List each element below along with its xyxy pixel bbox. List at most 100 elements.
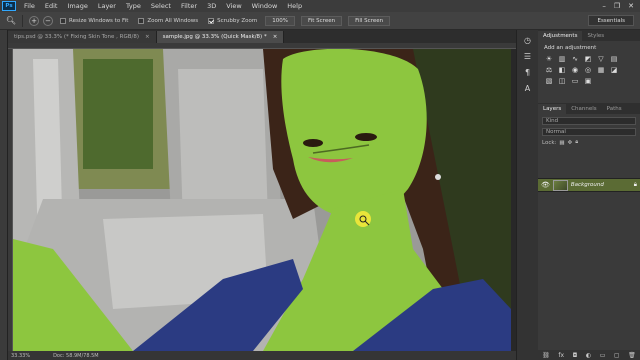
tab-adjustments[interactable]: Adjustments [538,31,583,41]
right-panels: Adjustments Styles Add an adjustment ☀ ▥… [538,30,640,360]
layers-footer: ⛓ fx ◘ ◐ ▭ ▢ 🗑︎ [538,350,640,360]
color-balance-icon[interactable]: ⚖ [544,66,554,74]
tab-label: sample.jpg @ 33.3% (Quick Mask/8) * [162,34,267,40]
restore-button[interactable]: ❐ [614,2,620,10]
tools-panel[interactable] [0,30,8,360]
properties-icon[interactable]: ☰ [522,52,534,62]
menu-view[interactable]: View [221,2,246,10]
adjustments-tabs: Adjustments Styles [538,30,640,41]
adjustments-grid: ☀ ▥ ∿ ◩ ▽ ▤ ⚖ ◧ ◉ ◎ ▦ ◪ ▧ ◫ ▭ ▣ [538,55,640,85]
status-bar: 33.33% Doc: 58.9M/78.5M [8,351,516,360]
lock-all-icon[interactable]: 🔒︎ [575,139,578,146]
menu-type[interactable]: Type [121,2,146,10]
options-bar: 🔍︎ + − Resize Windows to Fit Zoom All Wi… [0,12,640,30]
layers-panel: Layers Channels Paths Kind Normal Lock: … [538,103,640,149]
color-lookup-icon[interactable]: ▦ [596,66,606,74]
lock-label: Lock: [542,139,557,146]
photoshop-window: Ps File Edit Image Layer Type Select Fil… [0,0,640,360]
workspace-select[interactable]: Essentials [588,15,634,26]
tab-paths[interactable]: Paths [602,104,627,114]
tab-sample-jpg[interactable]: sample.jpg @ 33.3% (Quick Mask/8) * × [156,31,285,43]
link-icon[interactable]: ⛓ [542,352,550,359]
photo-filter-icon[interactable]: ◉ [570,66,580,74]
blend-mode-select[interactable]: Normal [542,128,636,136]
layer-thumbnail [552,179,568,191]
resize-windows-label: Resize Windows to Fit [69,17,129,24]
adjustment-layer-icon[interactable]: ◐ [586,352,591,359]
layer-background[interactable]: 👁︎ Background 🔒︎ [538,178,640,192]
selective-color-icon[interactable]: ▣ [583,77,593,85]
app-logo: Ps [2,1,16,11]
character-icon[interactable]: A [522,84,534,94]
layer-filter-select[interactable]: Kind [542,117,636,125]
hue-icon[interactable]: ▤ [609,55,619,63]
scrubby-zoom-label: Scrubby Zoom [217,17,258,24]
checkbox-box[interactable] [60,17,66,24]
tab-styles[interactable]: Styles [582,31,609,41]
visibility-eye-icon[interactable]: 👁︎ [541,181,550,189]
menu-edit[interactable]: Edit [40,2,63,10]
lock-position-icon[interactable]: ✥ [568,140,573,146]
curves-icon[interactable]: ∿ [570,55,580,63]
minimize-button[interactable]: – [602,2,606,10]
gradient-map-icon[interactable]: ▭ [570,77,580,85]
scrubby-zoom-checkbox[interactable]: Scrubby Zoom [208,17,258,24]
new-layer-icon[interactable]: ▢ [614,352,620,359]
menu-window[interactable]: Window [247,2,283,10]
levels-icon[interactable]: ▥ [557,55,567,63]
checkbox-box-checked[interactable] [208,17,215,24]
menu-select[interactable]: Select [146,2,176,10]
resize-windows-checkbox[interactable]: Resize Windows to Fit [60,17,129,24]
menu-file[interactable]: File [19,2,40,10]
mask-icon[interactable]: ◘ [573,352,578,359]
fit-screen-button[interactable]: Fit Screen [300,15,343,26]
tab-label: tips.psd @ 33.3% (* Fixing Skin Tone , R… [14,34,139,40]
zoom-all-windows-checkbox[interactable]: Zoom All Windows [138,17,199,24]
menu-image[interactable]: Image [62,2,92,10]
zoom-tool-icon[interactable]: 🔍︎ [4,15,18,27]
history-icon[interactable]: ◷ [522,36,534,46]
exposure-icon[interactable]: ◩ [583,55,593,63]
paragraph-icon[interactable]: ¶ [522,68,534,78]
document-tabs: tips.psd @ 33.3% (* Fixing Skin Tone , R… [8,30,516,43]
layers-tabs: Layers Channels Paths [538,103,640,114]
menu-layer[interactable]: Layer [93,2,121,10]
doc-size[interactable]: Doc: 58.9M/78.5M [53,353,99,359]
zoom-out-icon[interactable]: − [43,15,53,26]
threshold-icon[interactable]: ◫ [557,77,567,85]
zoom-100-button[interactable]: 100% [265,15,295,26]
layer-name: Background [570,182,604,188]
trash-icon[interactable]: 🗑︎ [628,352,636,359]
tab-layers[interactable]: Layers [538,104,567,114]
tab-tips-psd[interactable]: tips.psd @ 33.3% (* Fixing Skin Tone , R… [8,31,157,43]
lock-pixels-icon[interactable]: ▦ [559,140,564,146]
close-tab-icon[interactable]: × [145,34,150,40]
fill-screen-button[interactable]: Fill Screen [348,15,391,26]
tab-channels[interactable]: Channels [566,104,601,114]
zoom-readout[interactable]: 33.33% [11,353,30,359]
lock-row: Lock: ▦ ✥ 🔒︎ [542,139,636,146]
posterize-icon[interactable]: ▧ [544,77,554,85]
checkbox-box[interactable] [138,17,145,24]
vibrance-icon[interactable]: ▽ [596,55,606,63]
black-white-icon[interactable]: ◧ [557,66,567,74]
window-controls: – ❐ ✕ [602,2,640,10]
close-button[interactable]: ✕ [628,2,634,10]
group-icon[interactable]: ▭ [600,352,606,359]
panel-dock: ◷ ☰ ¶ A [516,30,538,360]
document-canvas[interactable] [13,49,511,351]
zoom-all-label: Zoom All Windows [147,17,199,24]
brightness-icon[interactable]: ☀ [544,55,554,63]
menu-bar: Ps File Edit Image Layer Type Select Fil… [0,0,640,12]
close-tab-icon[interactable]: × [273,34,278,40]
divider [22,14,23,27]
layer-lock-icon: 🔒︎ [633,181,637,188]
invert-icon[interactable]: ◪ [609,66,619,74]
menu-3d[interactable]: 3D [202,2,221,10]
fx-icon[interactable]: fx [558,352,564,359]
menu-filter[interactable]: Filter [176,2,202,10]
adjustments-title: Add an adjustment [544,45,597,51]
menu-help[interactable]: Help [282,2,307,10]
zoom-in-icon[interactable]: + [29,15,39,26]
channel-mixer-icon[interactable]: ◎ [583,66,593,74]
